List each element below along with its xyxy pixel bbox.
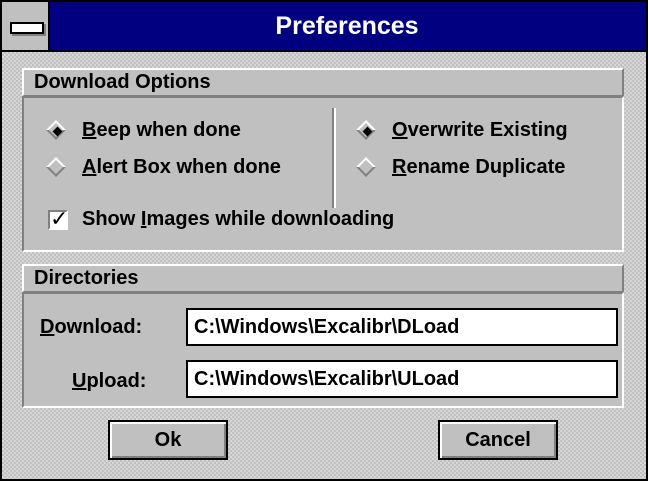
directories-panel: Download: C:\Windows\Excalibr\DLoad Uplo… <box>22 292 624 408</box>
radio-selected-icon <box>356 119 376 140</box>
ok-button[interactable]: Ok <box>108 420 228 460</box>
cancel-button[interactable]: Cancel <box>438 420 558 460</box>
options-divider <box>332 108 336 208</box>
system-menu-button[interactable] <box>2 2 50 50</box>
radio-beep-when-done[interactable]: Beep when done <box>46 119 241 142</box>
upload-dir-field[interactable]: C:\Windows\Excalibr\ULoad <box>186 360 618 398</box>
radio-label: Alert Box when done <box>82 156 281 178</box>
checkbox-show-images[interactable]: ✓ Show Images while downloading <box>48 206 395 231</box>
radio-alert-box-when-done[interactable]: Alert Box when done <box>46 156 281 179</box>
window-title: Preferences <box>275 12 419 40</box>
radio-selected-icon <box>46 119 66 140</box>
download-options-panel: Beep when done Alert Box when done Overw… <box>22 96 624 252</box>
directories-header: Directories <box>22 264 624 292</box>
download-options-header: Download Options <box>22 68 624 96</box>
radio-label: Beep when done <box>82 119 241 141</box>
check-icon: ✓ <box>50 205 69 231</box>
radio-unselected-icon <box>356 156 376 177</box>
preferences-dialog: Preferences Download Options Beep when d… <box>0 0 648 481</box>
system-menu-icon <box>10 22 44 34</box>
checkbox-label: Show Images while downloading <box>82 208 395 230</box>
directories-title: Directories <box>34 267 139 289</box>
download-dir-field[interactable]: C:\Windows\Excalibr\DLoad <box>186 308 618 346</box>
checkbox-box: ✓ <box>48 206 68 231</box>
download-dir-label: Download: <box>40 316 143 338</box>
radio-rename-duplicate[interactable]: Rename Duplicate <box>356 156 566 179</box>
title-bar[interactable]: Preferences <box>2 2 646 52</box>
radio-unselected-icon <box>46 156 66 177</box>
upload-dir-label: Upload: <box>72 370 147 392</box>
radio-label: Rename Duplicate <box>392 156 566 178</box>
radio-label: Overwrite Existing <box>392 119 568 141</box>
radio-overwrite-existing[interactable]: Overwrite Existing <box>356 119 568 142</box>
download-options-title: Download Options <box>34 71 211 93</box>
